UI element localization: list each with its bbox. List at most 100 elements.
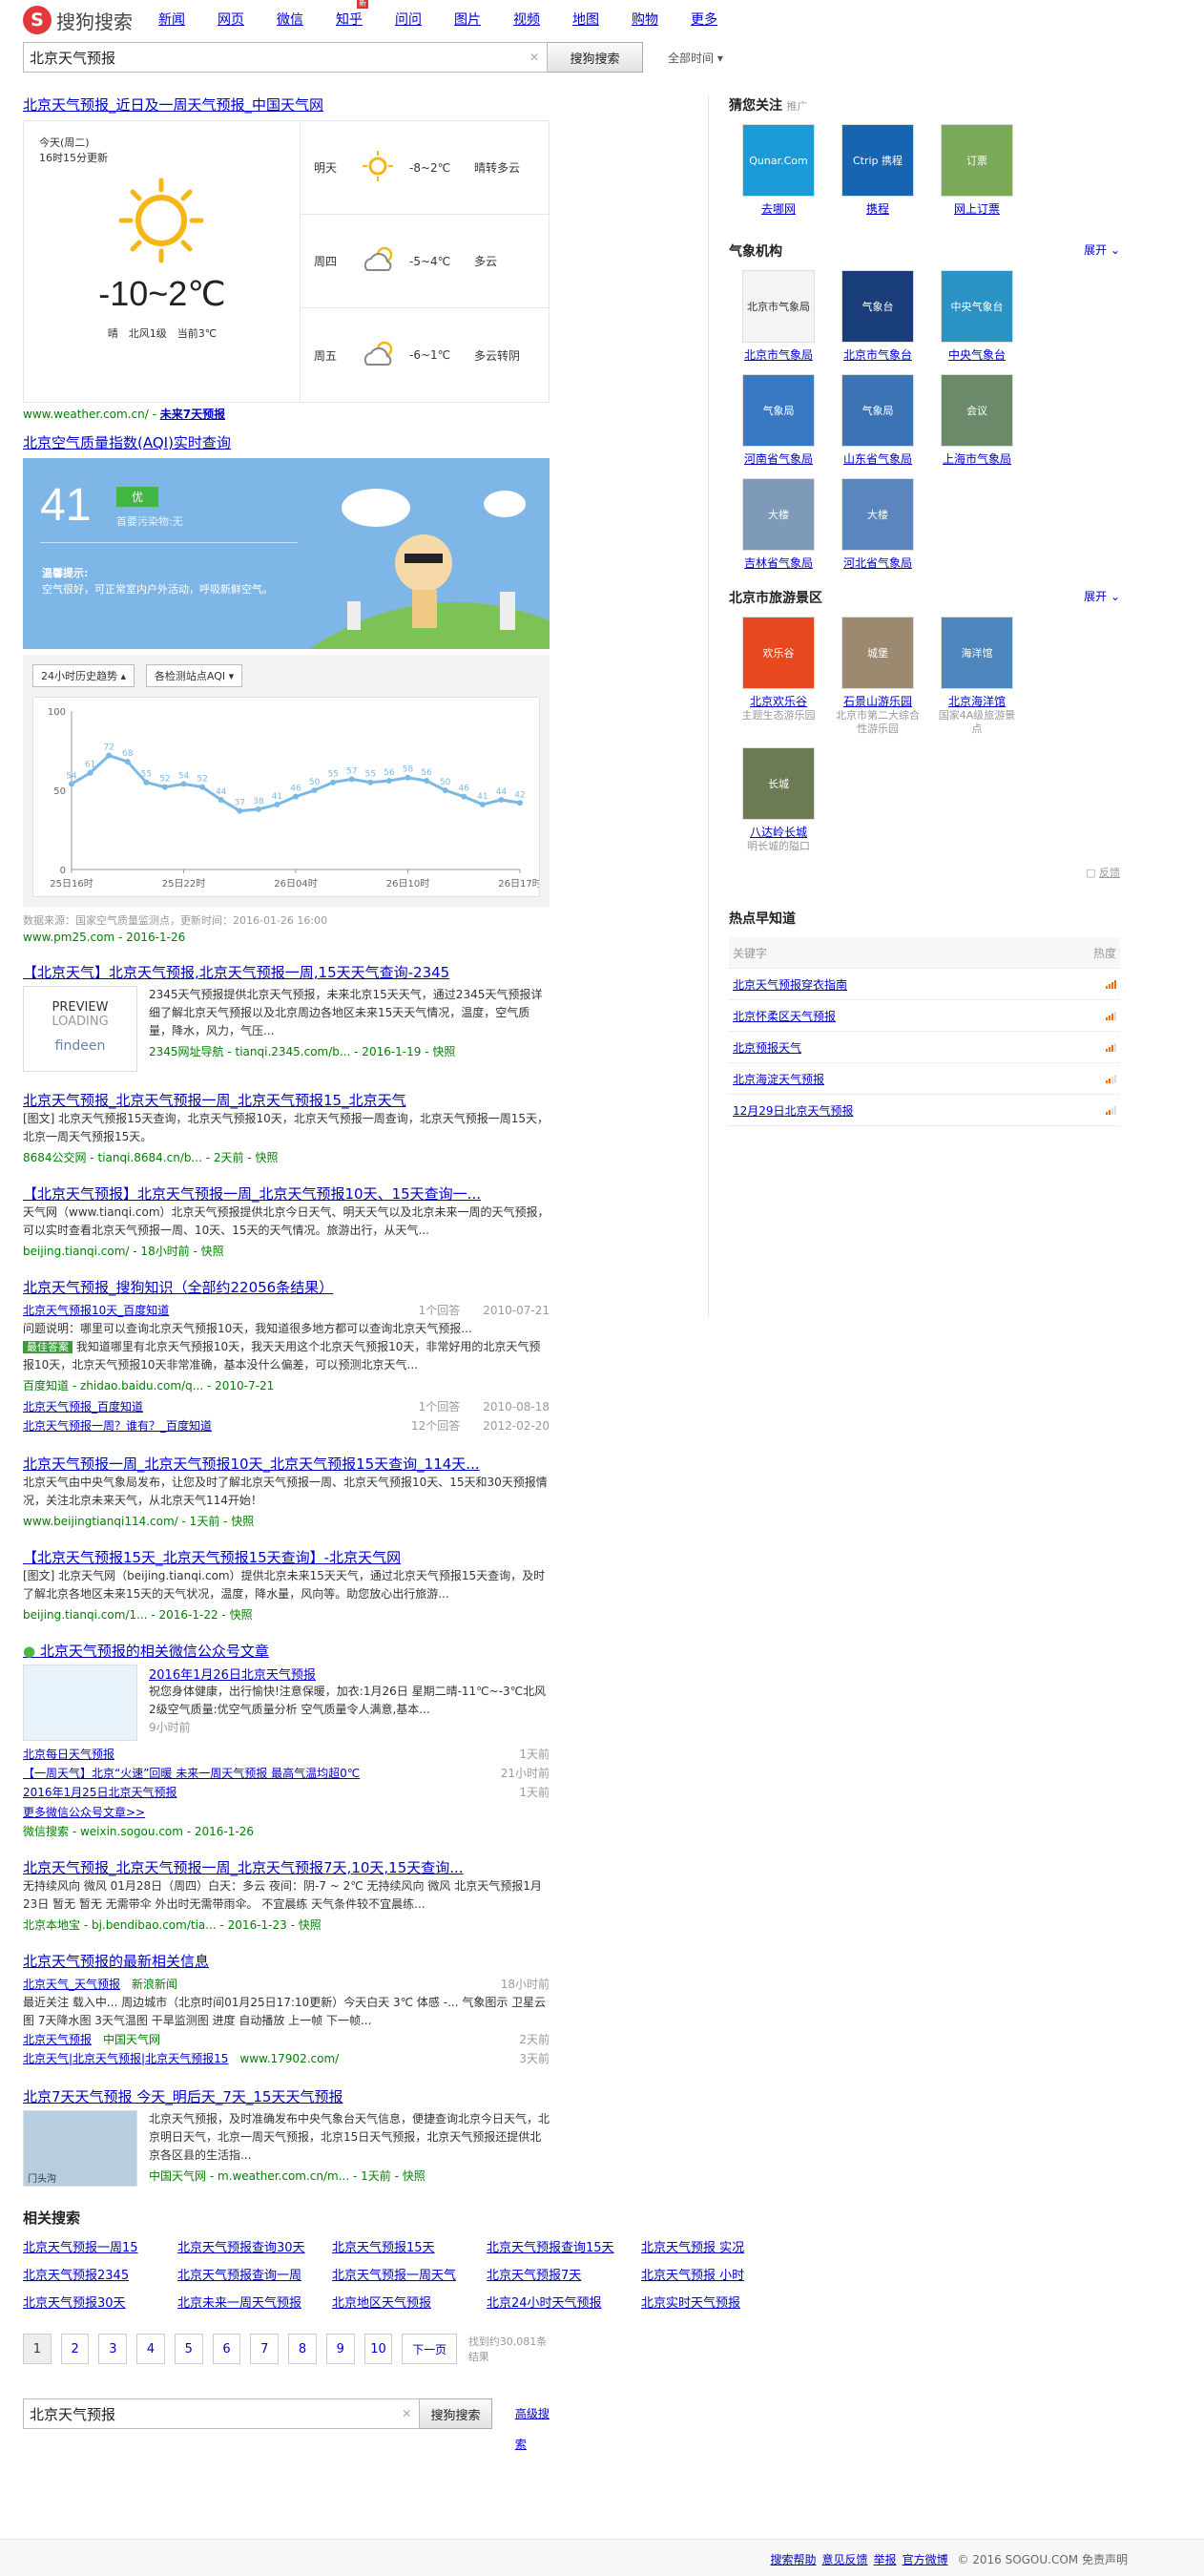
weixin-link[interactable]: 2016年1月25日北京天气预报 (23, 1783, 176, 1802)
result-title[interactable]: 北京天气预报一周_北京天气预报10天_北京天气预报15天查询_114天... (23, 1455, 550, 1474)
related-link[interactable]: 北京天气预报一周天气 (332, 2265, 487, 2283)
nav-item[interactable]: 视频 (513, 10, 556, 29)
sogou-logo[interactable]: S 搜狗搜索 (23, 4, 133, 36)
side-item[interactable]: 订票 网上订票 (927, 124, 1027, 217)
hot-keyword-link[interactable]: 北京天气预报穿衣指南 (733, 976, 847, 993)
weather-url[interactable]: www.weather.com.cn/ (23, 408, 149, 421)
weixin-thumbnail[interactable] (23, 1665, 137, 1741)
news-link[interactable]: 北京天气|北京天气预报|北京天气预报15 (23, 2052, 228, 2065)
nav-item[interactable]: 知乎 新 (336, 0, 379, 29)
side-item[interactable]: 大楼 吉林省气象局 (729, 478, 828, 571)
footer-link[interactable]: 举报 (874, 2553, 897, 2566)
related-link[interactable]: 北京天气预报一周15 (23, 2237, 177, 2255)
nav-item[interactable]: 图片 (454, 10, 497, 29)
result-thumbnail[interactable]: 门头沟 (23, 2110, 137, 2187)
zhidao-question-link[interactable]: 北京天气预报一周？谁有？_百度知道 (23, 1416, 212, 1435)
result-title[interactable]: 北京天气预报_北京天气预报一周_北京天气预报7天,10天,15天查询... (23, 1858, 550, 1877)
nav-item[interactable]: 新闻 (158, 10, 201, 29)
weixin-main-title[interactable]: 2016年1月26日北京天气预报 (149, 1665, 550, 1683)
page-5[interactable]: 5 (174, 2334, 203, 2364)
news-link[interactable]: 北京天气预报 (23, 2033, 92, 2046)
result-title[interactable]: 北京天气预报_北京天气预报一周_北京天气预报15_北京天气 (23, 1091, 550, 1110)
related-link[interactable]: 北京天气预报7天 (487, 2265, 641, 2283)
related-link[interactable]: 北京实时天气预报 (641, 2293, 796, 2311)
result-thumbnail[interactable]: PREVIEW LOADING findeen (23, 986, 137, 1072)
result-title[interactable]: 【北京天气预报】北京天气预报一周_北京天气预报10天、15天查询一... (23, 1184, 550, 1204)
page-4[interactable]: 4 (136, 2334, 165, 2364)
expand-link[interactable]: 展开 ⌄ (1084, 241, 1120, 261)
side-item[interactable]: Ctrip 携程 携程 (828, 124, 927, 217)
side-item[interactable]: 中央气象台 中央气象台 (927, 270, 1027, 363)
related-link[interactable]: 北京天气预报 小时 (641, 2265, 796, 2283)
result-title[interactable]: 北京天气预报_近日及一周天气预报_中国天气网 (23, 95, 550, 115)
side-item[interactable]: 会议 上海市气象局 (927, 374, 1027, 467)
clear-icon[interactable]: ✕ (529, 51, 539, 64)
result-title[interactable]: 【北京天气预报15天_北京天气预报15天查询】-北京天气网 (23, 1548, 550, 1567)
zhidao-question-link[interactable]: 北京天气预报_百度知道 (23, 1397, 143, 1416)
page-10[interactable]: 10 (363, 2334, 393, 2364)
related-link[interactable]: 北京天气预报2345 (23, 2265, 177, 2283)
hot-keyword-link[interactable]: 北京海淀天气预报 (733, 1071, 824, 1087)
result-title[interactable]: 北京天气预报的最新相关信息 (23, 1952, 550, 1971)
side-item[interactable]: 北京市气象局 北京市气象局 (729, 270, 828, 363)
side-item[interactable]: 气象局 河南省气象局 (729, 374, 828, 467)
nav-item[interactable]: 购物 (632, 10, 675, 29)
footer-link[interactable]: 官方微博 (903, 2553, 948, 2566)
result-title[interactable]: 北京空气质量指数(AQI)实时查询 (23, 433, 550, 452)
related-link[interactable]: 北京天气预报30天 (23, 2293, 177, 2311)
page-2[interactable]: 2 (60, 2334, 90, 2364)
result-title[interactable]: 北京7天天气预报 今天_明后天_7天_15天天气预报 (23, 2087, 550, 2106)
hot-keyword-link[interactable]: 北京预报天气 (733, 1039, 801, 1056)
search-input[interactable]: 北京天气预报 ✕ (23, 42, 548, 73)
nav-item[interactable]: 地图 (572, 10, 615, 29)
history-trend-select[interactable]: 24小时历史趋势 ▴ (32, 664, 135, 687)
hot-keyword-link[interactable]: 北京怀柔区天气预报 (733, 1008, 836, 1024)
side-item[interactable]: 欢乐谷 北京欢乐谷 主题生态游乐园 (729, 617, 828, 736)
weixin-link[interactable]: 【一周天气】北京“火速”回暖 未来一周天气预报 最高气温均超0℃ (23, 1764, 360, 1783)
hot-keyword-link[interactable]: 12月29日北京天气预报 (733, 1102, 854, 1119)
related-link[interactable]: 北京天气预报查询15天 (487, 2237, 641, 2255)
nav-item[interactable]: 微信 (277, 10, 320, 29)
feedback-link[interactable]: ▢ 反馈 (729, 865, 1120, 880)
next-page-button[interactable]: 下一页 (402, 2334, 457, 2364)
result-title[interactable]: 【北京天气】北京天气预报,北京天气预报一周,15天天气查询-2345 (23, 963, 550, 982)
side-item[interactable]: 海洋馆 北京海洋馆 国家4A级旅游景点 (927, 617, 1027, 736)
weixin-link[interactable]: 北京每日天气预报 (23, 1745, 114, 1764)
side-item[interactable]: 气象台 北京市气象台 (828, 270, 927, 363)
side-item[interactable]: 长城 八达岭长城 明长城的隘口 (729, 747, 828, 853)
zhidao-question-link[interactable]: 北京天气预报10天_百度知道 (23, 1301, 169, 1320)
related-link[interactable]: 北京地区天气预报 (332, 2293, 487, 2311)
page-6[interactable]: 6 (212, 2334, 241, 2364)
weixin-more-link[interactable]: 更多微信公众号文章>> (23, 1804, 550, 1820)
related-link[interactable]: 北京24小时天气预报 (487, 2293, 641, 2311)
side-item[interactable]: Qunar.Com 去哪网 (729, 124, 828, 217)
related-link[interactable]: 北京天气预报查询30天 (177, 2237, 332, 2255)
side-item[interactable]: 城堡 石景山游乐园 北京市第二大综合性游乐园 (828, 617, 927, 736)
time-filter-dropdown[interactable]: 全部时间 ▾ (668, 50, 723, 66)
page-7[interactable]: 7 (250, 2334, 280, 2364)
bottom-search-button[interactable]: 搜狗搜索 (420, 2398, 492, 2429)
station-select[interactable]: 各检测站点AQI ▾ (145, 664, 243, 687)
page-9[interactable]: 9 (325, 2334, 355, 2364)
search-button[interactable]: 搜狗搜索 (548, 42, 643, 73)
bottom-search-input[interactable]: 北京天气预报 ✕ (23, 2398, 421, 2429)
more-forecast-link[interactable]: 未来7天预报 (160, 408, 225, 421)
nav-item[interactable]: 更多 (691, 10, 734, 29)
footer-link[interactable]: 搜索帮助 (771, 2553, 817, 2566)
expand-link[interactable]: 展开 ⌄ (1084, 588, 1120, 607)
related-link[interactable]: 北京天气预报 实况 (641, 2237, 796, 2255)
advanced-search-link[interactable]: 高级搜索 (515, 2398, 550, 2451)
related-link[interactable]: 北京天气预报查询一周 (177, 2265, 332, 2283)
result-title[interactable]: ● 北京天气预报的相关微信公众号文章 (23, 1642, 550, 1661)
side-item[interactable]: 大楼 河北省气象局 (828, 478, 927, 571)
page-8[interactable]: 8 (288, 2334, 317, 2364)
related-link[interactable]: 北京天气预报15天 (332, 2237, 487, 2255)
clear-icon[interactable]: ✕ (402, 2407, 411, 2420)
result-title[interactable]: 北京天气预报_搜狗知识（全部约22056条结果） (23, 1278, 550, 1297)
page-1[interactable]: 1 (23, 2334, 52, 2364)
footer-link[interactable]: 意见反馈 (822, 2553, 868, 2566)
related-link[interactable]: 北京未来一周天气预报 (177, 2293, 332, 2311)
page-3[interactable]: 3 (98, 2334, 128, 2364)
news-link[interactable]: 北京天气_天气预报 (23, 1978, 120, 1991)
nav-item[interactable]: 问问 (395, 10, 438, 29)
